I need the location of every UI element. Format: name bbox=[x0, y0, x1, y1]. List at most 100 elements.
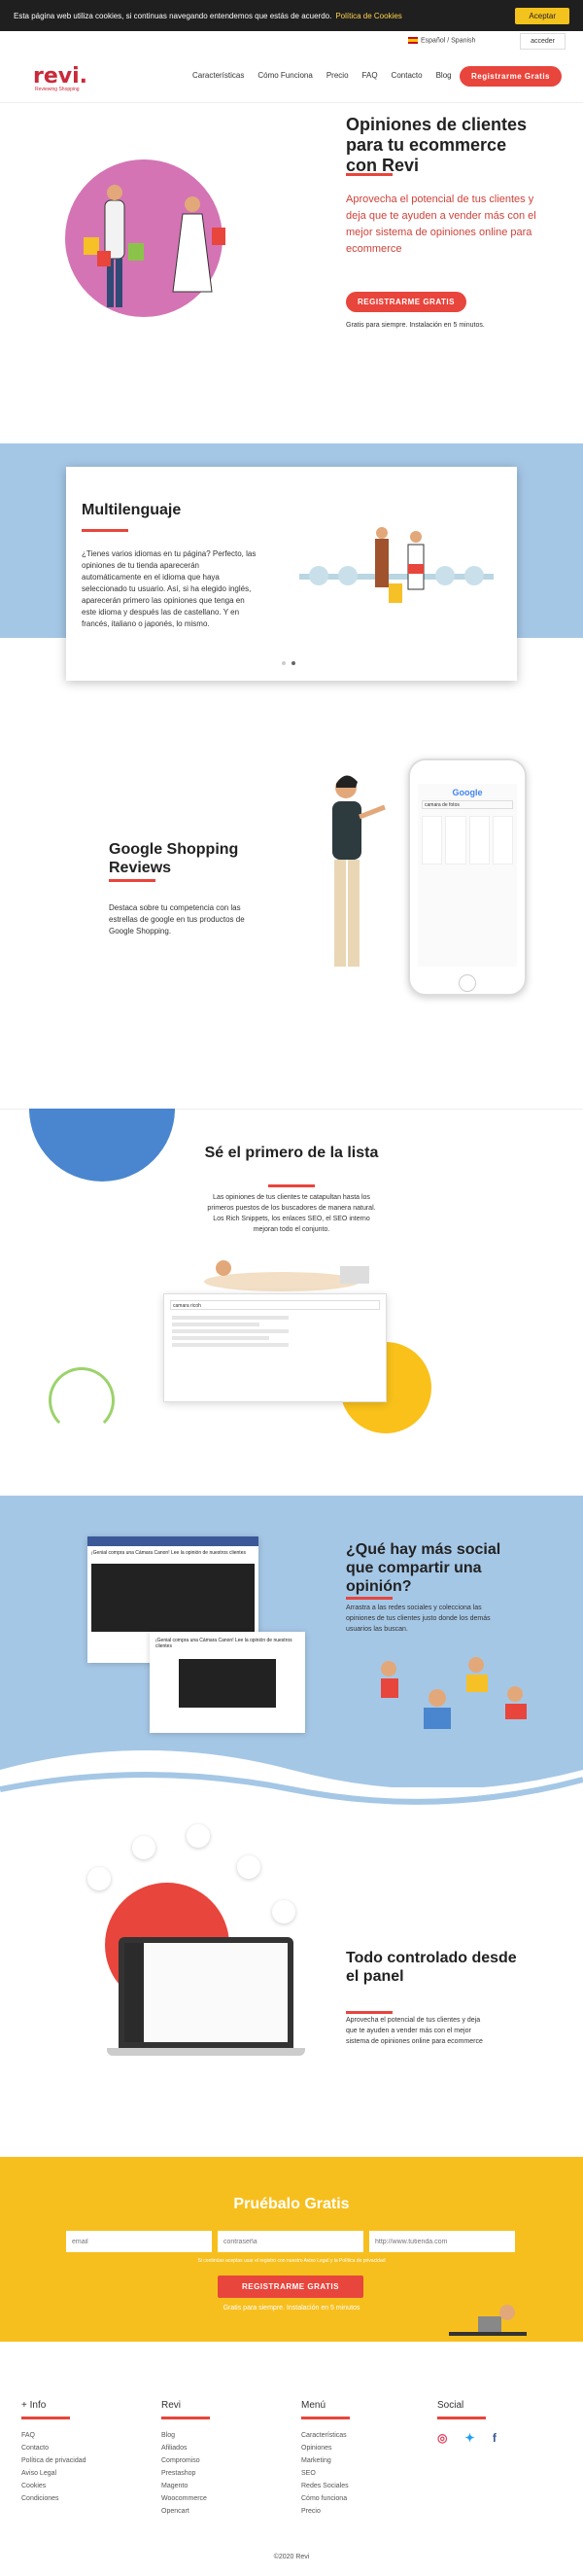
footer-link[interactable]: Opiniones bbox=[301, 2442, 418, 2454]
phone-screen: Google camara de fotos bbox=[418, 784, 517, 967]
footer-column-revi: Revi Blog Afiliados Compromiso Prestasho… bbox=[161, 2400, 278, 2518]
footer-column-title: Social bbox=[437, 2400, 464, 2411]
hero-description: Aprovecha el potencial de tus clientes y… bbox=[346, 194, 536, 255]
cookie-accept-button[interactable]: Aceptar bbox=[515, 8, 569, 24]
footer-link[interactable]: Contacto bbox=[21, 2442, 138, 2454]
primero-title: Sé el primero de la lista bbox=[204, 1145, 379, 1161]
hero-note: Gratis para siempre. Instalación en 5 mi… bbox=[346, 322, 485, 329]
signup-section: Pruébalo Gratis Si continúas aceptas usa… bbox=[0, 2157, 583, 2342]
language-selector[interactable]: Español / Spanish bbox=[408, 37, 475, 44]
social-divider bbox=[346, 1597, 393, 1600]
cookie-policy-link[interactable]: Política de Cookies bbox=[335, 12, 401, 20]
password-field[interactable] bbox=[218, 2231, 363, 2252]
footer-link[interactable]: Opencart bbox=[161, 2505, 278, 2518]
wave-divider bbox=[0, 1750, 583, 1818]
hero-register-button[interactable]: REGISTRARME GRATIS bbox=[346, 292, 466, 312]
google-logo: Google bbox=[452, 788, 483, 797]
twitter-post-text: ¡Genial compra una Cámara Canon! Lee la … bbox=[155, 1638, 292, 1649]
footer-link[interactable]: SEO bbox=[301, 2467, 418, 2480]
footer-link[interactable]: Características bbox=[301, 2429, 418, 2442]
green-ring bbox=[49, 1367, 115, 1433]
logo-wordmark: revi. bbox=[33, 64, 88, 88]
facebook-post-text: ¡Genial compra una Cámara Canon! Lee la … bbox=[91, 1550, 246, 1556]
footer-link[interactable]: FAQ bbox=[21, 2429, 138, 2442]
laptop-base bbox=[107, 2048, 305, 2056]
nav-item-contacto[interactable]: Contacto bbox=[392, 71, 423, 80]
footer-link[interactable]: Woocommerce bbox=[161, 2492, 278, 2505]
magento-bubble-icon bbox=[132, 1836, 155, 1859]
multilenguaje-divider bbox=[82, 529, 128, 532]
search-results-mockup: camara ricoh bbox=[163, 1293, 387, 1402]
nav-item-blog[interactable]: Blog bbox=[436, 71, 452, 80]
nav-item-precio[interactable]: Precio bbox=[326, 71, 349, 80]
top-bar: Español / Spanish acceder bbox=[0, 31, 583, 53]
nav-item-como-funciona[interactable]: Cómo Funciona bbox=[257, 71, 312, 80]
airport-illustration bbox=[299, 527, 494, 603]
footer-link[interactable]: Blog bbox=[161, 2429, 278, 2442]
email-field[interactable] bbox=[66, 2231, 212, 2252]
logo-tagline: Reviewing Shopping bbox=[35, 87, 80, 92]
footer-column-social: Social ◎ ✦ f bbox=[437, 2400, 554, 2447]
lying-person-illustration bbox=[204, 1260, 369, 1291]
main-nav: Características Cómo Funciona Precio FAQ… bbox=[192, 71, 452, 80]
footer-column-title: Menú bbox=[301, 2400, 326, 2411]
phone-search-box: camara de fotos bbox=[422, 800, 513, 809]
multilenguaje-text: ¿Tienes varios idiomas en tu página? Per… bbox=[82, 549, 257, 628]
copyright: ©2020 Revi bbox=[273, 2554, 310, 2560]
google-shopping-text: Destaca sobre tu competencia con las est… bbox=[109, 903, 245, 935]
phone-mockup: Google camara de fotos bbox=[408, 759, 527, 996]
social-title: ¿Qué hay más social que compartir una op… bbox=[346, 1541, 501, 1595]
footer-link[interactable]: Condiciones bbox=[21, 2492, 138, 2505]
shopify-bubble-icon bbox=[272, 1900, 295, 1923]
multilenguaje-card: Multilenguaje ¿Tienes varios idiomas en … bbox=[66, 467, 517, 681]
facebook-icon[interactable]: f bbox=[493, 2431, 506, 2445]
footer-link[interactable]: Magento bbox=[161, 2480, 278, 2492]
carousel-dots bbox=[282, 661, 295, 665]
instagram-icon[interactable]: ◎ bbox=[437, 2431, 451, 2445]
footer-link[interactable]: Marketing bbox=[301, 2454, 418, 2467]
carousel-dot[interactable] bbox=[282, 661, 286, 665]
phone-home-button bbox=[459, 974, 476, 992]
camera-image bbox=[179, 1659, 276, 1708]
footer-link[interactable]: Precio bbox=[301, 2505, 418, 2518]
footer-link[interactable]: Redes Sociales bbox=[301, 2480, 418, 2492]
phone-product-cards bbox=[418, 812, 517, 868]
footer-link[interactable]: Prestashop bbox=[161, 2467, 278, 2480]
cookie-text: Esta página web utiliza cookies, si cont… bbox=[14, 11, 332, 20]
logo[interactable]: revi. Reviewing Shopping bbox=[33, 64, 87, 92]
twitter-icon[interactable]: ✦ bbox=[464, 2431, 478, 2445]
language-label: Español / Spanish bbox=[421, 37, 476, 45]
hero-divider bbox=[346, 173, 393, 176]
google-shopping-title: Google Shopping Reviews bbox=[109, 841, 239, 876]
cookie-bar: Esta página web utiliza cookies, si cont… bbox=[0, 0, 583, 31]
footer-link[interactable]: Compromiso bbox=[161, 2454, 278, 2467]
footer-column-title: Revi bbox=[161, 2400, 182, 2411]
footer-column-menu: Menú Características Opiniones Marketing… bbox=[301, 2400, 418, 2518]
footer-link[interactable]: Cómo funciona bbox=[301, 2492, 418, 2505]
primero-text: Las opiniones de tus clientes te catapul… bbox=[207, 1194, 376, 1233]
login-button[interactable]: acceder bbox=[520, 33, 566, 50]
footer-link[interactable]: Cookies bbox=[21, 2480, 138, 2492]
laptop-mockup bbox=[119, 1937, 293, 2048]
footer-column-info: + Info FAQ Contacto Política de privacid… bbox=[21, 2400, 138, 2505]
footer-link[interactable]: Afiliados bbox=[161, 2442, 278, 2454]
carousel-dot-active[interactable] bbox=[292, 661, 295, 665]
shoppers-illustration bbox=[84, 185, 225, 307]
facebook-header bbox=[87, 1536, 258, 1546]
panel-divider bbox=[346, 2011, 393, 2014]
nav-item-faq[interactable]: FAQ bbox=[362, 71, 378, 80]
panel-title: Todo controlado desde el panel bbox=[346, 1950, 517, 1985]
url-field[interactable] bbox=[369, 2231, 515, 2252]
prestashop-bubble-icon bbox=[187, 1824, 210, 1848]
google-shopping-divider bbox=[109, 879, 155, 882]
header-register-button[interactable]: Registrarme Gratis bbox=[459, 66, 562, 87]
footer-link[interactable]: Aviso Legal bbox=[21, 2467, 138, 2480]
woocommerce-bubble-icon bbox=[87, 1867, 111, 1890]
primero-divider bbox=[268, 1184, 315, 1187]
serp-search-box: camara ricoh bbox=[170, 1300, 380, 1310]
nav-item-caracteristicas[interactable]: Características bbox=[192, 71, 244, 80]
signup-register-button[interactable]: REGISTRARME GRATIS bbox=[218, 2276, 363, 2298]
signup-title: Pruébalo Gratis bbox=[233, 2196, 350, 2212]
site-footer: + Info FAQ Contacto Política de privacid… bbox=[0, 2342, 583, 2576]
footer-link[interactable]: Política de privacidad bbox=[21, 2454, 138, 2467]
